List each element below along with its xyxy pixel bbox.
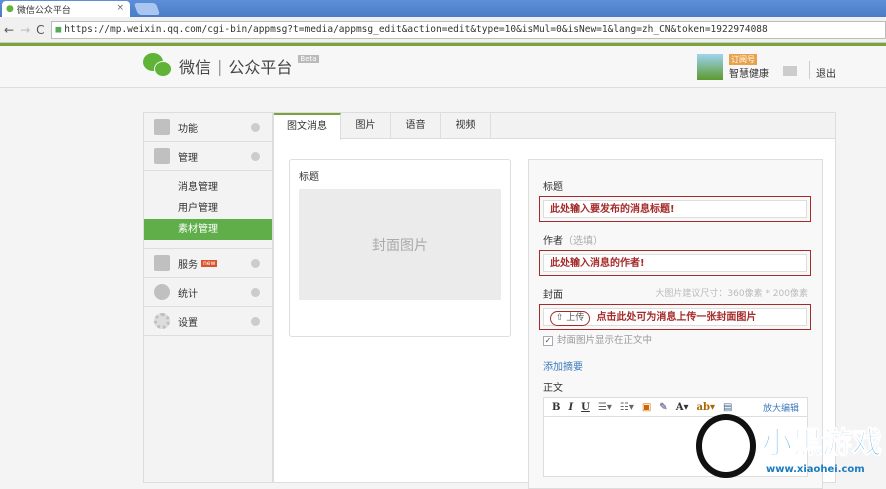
title-label: 标题 xyxy=(543,182,563,193)
expand-icon[interactable] xyxy=(251,152,260,161)
platform-text: 公众平台 xyxy=(228,58,293,77)
upload-note: 点击此处可为消息上传一张封面图片 xyxy=(596,312,757,323)
watermark-logo: 小黑游戏 www.xiaohei.com xyxy=(696,412,886,483)
lock-icon: ■ xyxy=(55,23,62,35)
wechat-icon: ● xyxy=(6,4,14,14)
tab-news[interactable]: 图文消息 xyxy=(274,113,341,140)
sidebar-label: 统计 xyxy=(178,288,198,300)
title-input[interactable]: 此处输入要发布的消息标题! xyxy=(543,200,807,218)
sidebar-label: 服务 xyxy=(178,259,198,271)
close-tab-icon[interactable]: × xyxy=(116,3,124,13)
tab-title: 微信公众平台 xyxy=(16,5,71,16)
preview-title: 标题 xyxy=(299,172,319,183)
expand-icon[interactable] xyxy=(251,288,260,297)
upload-label: 上传 xyxy=(566,313,585,323)
author-label: 作者（选填） xyxy=(543,232,808,247)
avatar[interactable] xyxy=(697,54,723,80)
sidebar-sub-message[interactable]: 消息管理 xyxy=(144,177,272,198)
panda-icon xyxy=(696,414,756,478)
wechat-logo-icon xyxy=(143,53,173,79)
url-text: https://mp.weixin.qq.com/cgi-bin/appmsg?… xyxy=(64,23,768,35)
cover-placeholder-text: 封面图片 xyxy=(372,237,428,254)
optional-text: （选填） xyxy=(563,236,603,247)
title-highlight: 此处输入要发布的消息标题! xyxy=(539,196,811,222)
sidebar-sub-material[interactable]: 素材管理 xyxy=(144,219,272,240)
add-summary-link[interactable]: 添加摘要 xyxy=(543,358,808,373)
cover-label-text: 封面 xyxy=(543,290,563,301)
expand-icon[interactable] xyxy=(251,123,260,132)
eraser-button[interactable]: ✎ xyxy=(659,402,667,413)
upload-button[interactable]: ⇧ 上传 xyxy=(550,311,591,326)
show-cover-checkbox[interactable]: ✓ 封面图片显示在正文中 xyxy=(543,332,808,346)
body-label: 正文 xyxy=(543,383,563,394)
url-input[interactable]: ■ https://mp.weixin.qq.com/cgi-bin/appmsg… xyxy=(50,20,886,39)
sidebar-label: 设置 xyxy=(178,317,198,329)
bold-button[interactable]: B xyxy=(552,402,560,413)
image-button[interactable]: ▣ xyxy=(642,402,651,413)
material-tabs: 图文消息 图片 语音 视频 xyxy=(274,113,835,140)
manage-submenu: 消息管理 用户管理 素材管理 xyxy=(144,171,272,249)
beta-badge: Beta xyxy=(298,55,319,63)
reload-icon[interactable]: C xyxy=(36,23,44,37)
sidebar-item-manage[interactable]: 管理 xyxy=(144,142,272,171)
cover-upload-row: ⇧ 上传 点击此处可为消息上传一张封面图片 xyxy=(543,308,807,326)
sidebar-item-settings[interactable]: 设置 xyxy=(144,307,272,336)
logout-link[interactable]: 退出 xyxy=(816,65,836,80)
pie-chart-icon xyxy=(154,284,170,300)
sidebar-item-service[interactable]: 服务 new xyxy=(144,249,272,278)
account-type-badge: 订阅号 xyxy=(729,54,757,65)
upload-icon: ⇧ xyxy=(556,313,564,323)
ordered-list-button[interactable]: ☰▾ xyxy=(598,402,612,413)
tab-image[interactable]: 图片 xyxy=(341,113,391,138)
gear-icon xyxy=(154,313,170,329)
tab-voice[interactable]: 语音 xyxy=(391,113,441,138)
logo[interactable]: 微信 | 公众平台 Beta xyxy=(143,53,319,79)
html-button[interactable]: ▤ xyxy=(723,402,732,413)
cover-label: 封面 大图片建议尺寸：360像素 * 200像素 xyxy=(543,286,808,301)
underline-button[interactable]: U xyxy=(581,402,590,413)
mail-icon[interactable] xyxy=(783,66,797,76)
back-icon[interactable]: ← xyxy=(4,23,14,37)
checkbox-checked-icon[interactable]: ✓ xyxy=(543,336,553,346)
watermark-text: 小黑游戏 xyxy=(762,426,883,462)
sidebar-label: 管理 xyxy=(178,152,198,164)
tab-video[interactable]: 视频 xyxy=(441,113,491,138)
user-area: 订阅号智慧健康 退出 xyxy=(697,54,836,80)
author-highlight: 此处输入消息的作者! xyxy=(539,250,811,276)
italic-button[interactable]: I xyxy=(568,402,573,413)
sidebar-sub-user[interactable]: 用户管理 xyxy=(144,198,272,219)
site-header: 微信 | 公众平台 Beta 订阅号 智慧健康 退出 xyxy=(0,46,886,88)
show-cover-label: 封面图片显示在正文中 xyxy=(557,335,653,346)
font-color-button[interactable]: A▾ xyxy=(676,402,689,413)
printer-icon xyxy=(154,255,170,271)
new-tab-button[interactable] xyxy=(133,3,161,15)
grid-icon xyxy=(154,119,170,135)
inbox-icon xyxy=(154,148,170,164)
divider xyxy=(809,61,810,79)
logo-text: 微信 xyxy=(179,58,212,77)
expand-icon[interactable] xyxy=(251,317,260,326)
browser-tab-bar: ● 微信公众平台 × xyxy=(0,0,886,17)
cover-highlight: ⇧ 上传 点击此处可为消息上传一张封面图片 xyxy=(539,304,811,330)
new-badge: new xyxy=(201,259,218,267)
cover-size-hint: 大图片建议尺寸：360像素 * 200像素 xyxy=(655,289,808,299)
sidebar-label: 功能 xyxy=(178,123,198,135)
author-label-text: 作者 xyxy=(543,236,563,247)
unordered-list-button[interactable]: ☷▾ xyxy=(620,402,634,413)
preview-cover: 封面图片 xyxy=(299,189,501,300)
watermark-url: www.xiaohei.com xyxy=(766,464,865,475)
account-name[interactable]: 智慧健康 xyxy=(729,69,769,80)
address-bar: ← → C ■ https://mp.weixin.qq.com/cgi-bin/… xyxy=(0,17,886,43)
preview-card: 标题 封面图片 xyxy=(289,159,511,337)
author-input[interactable]: 此处输入消息的作者! xyxy=(543,254,807,272)
browser-tab[interactable]: ● 微信公众平台 × xyxy=(2,1,130,17)
forward-icon[interactable]: → xyxy=(20,23,30,37)
highlight-button[interactable]: ab▾ xyxy=(696,402,715,413)
sidebar-item-stats[interactable]: 统计 xyxy=(144,278,272,307)
sidebar: 功能 管理 消息管理 用户管理 素材管理 服务 new 统计 设置 xyxy=(143,112,273,483)
sidebar-item-function[interactable]: 功能 xyxy=(144,113,272,142)
expand-icon[interactable] xyxy=(251,259,260,268)
